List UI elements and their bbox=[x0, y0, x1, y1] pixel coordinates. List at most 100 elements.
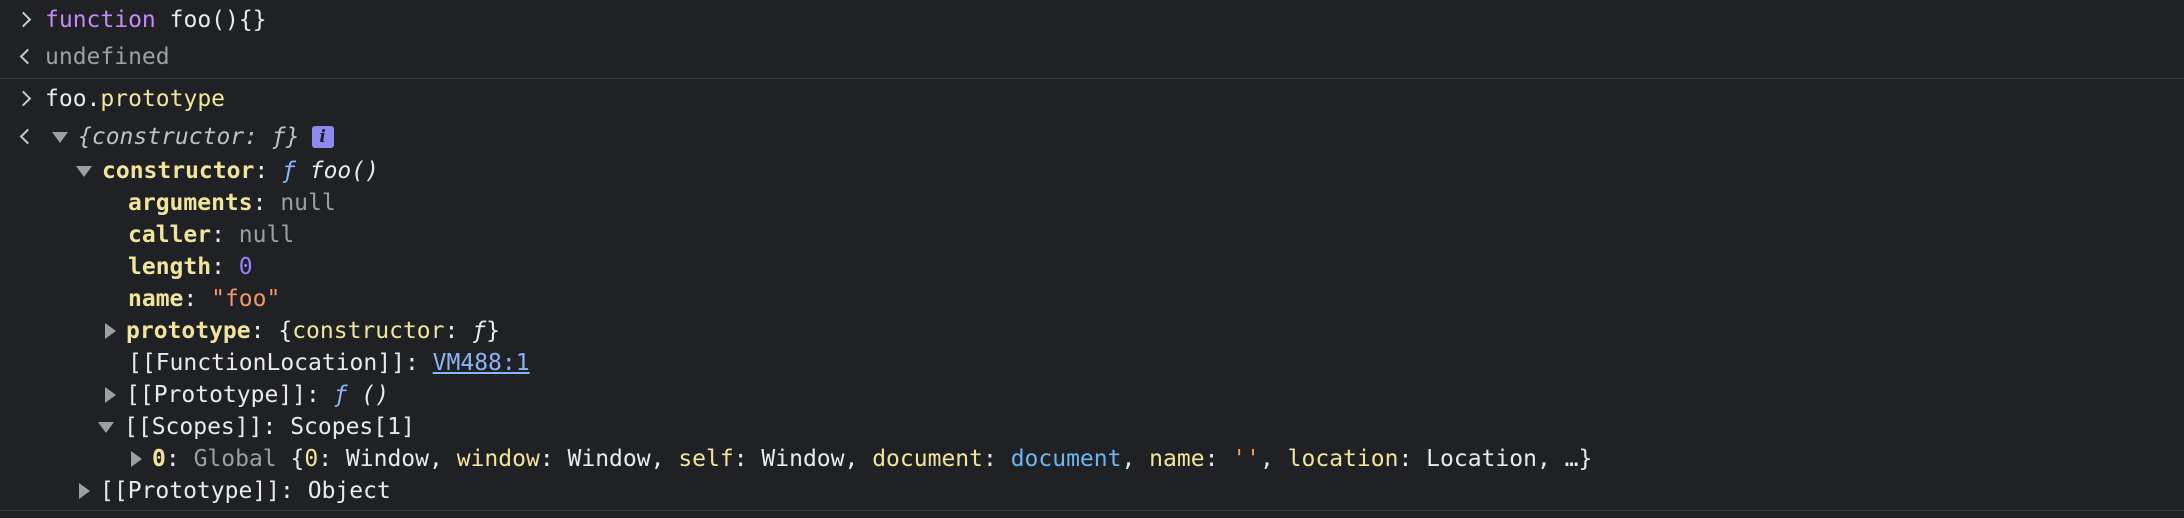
preview-key: document bbox=[872, 446, 983, 472]
internal-key: [[FunctionLocation]] bbox=[128, 350, 405, 376]
colon: : bbox=[165, 446, 194, 472]
tree-row-prototype[interactable]: prototype: {constructor: ƒ} bbox=[0, 315, 2184, 347]
preview-sep: : bbox=[733, 446, 762, 472]
summary-f: ƒ bbox=[271, 124, 286, 150]
property-key: prototype bbox=[126, 318, 251, 344]
preview-key: name bbox=[1149, 446, 1205, 472]
code-object: foo bbox=[45, 86, 87, 112]
preview-key: constructor bbox=[292, 318, 445, 344]
tree-row-scopes[interactable]: [[Scopes]]: Scopes[1] bbox=[0, 411, 2184, 443]
object-summary: {constructor: ƒ} bbox=[78, 121, 300, 153]
collapse-triangle-icon[interactable] bbox=[105, 323, 116, 339]
colon: : bbox=[280, 478, 308, 504]
tree-row-outer-prototype[interactable]: [[Prototype]]: Object bbox=[0, 475, 2184, 507]
property-value: Scopes[1] bbox=[290, 414, 415, 440]
input-prompt-icon bbox=[15, 4, 34, 36]
colon: : bbox=[404, 350, 433, 376]
row-content: caller: null bbox=[128, 219, 294, 251]
input-code: foo. prototype bbox=[45, 83, 225, 115]
property-key: arguments bbox=[128, 190, 253, 216]
message-divider bbox=[0, 78, 2184, 79]
function-f: ƒ bbox=[472, 318, 487, 344]
colon: : bbox=[262, 414, 291, 440]
colon: : bbox=[252, 190, 281, 216]
expand-triangle-icon[interactable] bbox=[52, 131, 68, 143]
tree-row-name[interactable]: name: "foo" bbox=[0, 283, 2184, 315]
scope-label: Global bbox=[193, 446, 277, 472]
scope-index: 0 bbox=[152, 446, 166, 472]
preview-tail: , …} bbox=[1536, 446, 1593, 472]
colon: : bbox=[254, 158, 283, 184]
preview-key: 0 bbox=[304, 446, 319, 472]
keyword-function: function bbox=[45, 7, 156, 33]
collapse-triangle-icon[interactable] bbox=[131, 451, 142, 467]
console-input-row[interactable]: foo. prototype bbox=[0, 83, 2184, 115]
object-summary-row[interactable]: {constructor: ƒ} i bbox=[0, 121, 2184, 153]
internal-key: [[Prototype]] bbox=[126, 382, 307, 408]
input-prompt-icon bbox=[15, 83, 34, 115]
row-content: length: 0 bbox=[128, 251, 253, 283]
expand-triangle-icon[interactable] bbox=[98, 421, 114, 433]
tree-row-length[interactable]: length: 0 bbox=[0, 251, 2184, 283]
colon: : bbox=[444, 318, 473, 344]
property-value: () bbox=[347, 382, 390, 408]
code-dot: . bbox=[86, 86, 101, 112]
expand-triangle-icon[interactable] bbox=[76, 165, 92, 177]
preview-comma: , bbox=[429, 446, 457, 472]
property-key: name bbox=[128, 286, 184, 312]
property-key: length bbox=[128, 254, 212, 280]
row-content: [[Prototype]]: Object bbox=[76, 475, 391, 507]
console-output-row: undefined bbox=[0, 41, 2184, 73]
function-f: ƒ bbox=[282, 158, 296, 184]
preview-key: location bbox=[1287, 446, 1399, 472]
property-value: null bbox=[280, 190, 336, 216]
tree-row-scope-global[interactable]: 0: Global {0: Window, window: Window, se… bbox=[0, 443, 2184, 475]
collapse-triangle-icon[interactable] bbox=[79, 483, 90, 499]
summary-close: } bbox=[285, 124, 300, 150]
row-content: name: "foo" bbox=[128, 283, 280, 315]
devtools-console: function foo(){} undefined foo. prototype… bbox=[0, 0, 2184, 518]
row-content: [[Scopes]]: Scopes[1] bbox=[98, 411, 415, 443]
message-divider bbox=[0, 510, 2184, 511]
preview-value: document bbox=[1010, 446, 1122, 472]
internal-key: [[Prototype]] bbox=[100, 478, 281, 504]
colon: : bbox=[183, 286, 212, 312]
row-content: arguments: null bbox=[128, 187, 336, 219]
summary-content: {constructor: ƒ} i bbox=[52, 121, 334, 153]
brace-open: { bbox=[278, 318, 293, 344]
collapse-triangle-icon[interactable] bbox=[105, 387, 116, 403]
colon: : bbox=[211, 222, 239, 248]
property-value: null bbox=[238, 222, 295, 248]
tree-row-caller[interactable]: caller: null bbox=[0, 219, 2184, 251]
function-f: ƒ bbox=[333, 382, 348, 408]
code-property: prototype bbox=[100, 86, 226, 112]
tree-row-constructor[interactable]: constructor: ƒ foo() bbox=[0, 155, 2184, 187]
tree-row-inner-prototype[interactable]: [[Prototype]]: ƒ () bbox=[0, 379, 2184, 411]
brace-close: } bbox=[486, 318, 500, 344]
preview-value: Location bbox=[1426, 446, 1537, 472]
preview-sep: : bbox=[1204, 446, 1233, 472]
internal-key: [[Scopes]] bbox=[124, 414, 263, 440]
preview-comma: , bbox=[1121, 446, 1150, 472]
preview-value: '' bbox=[1232, 446, 1260, 472]
preview-sep: : bbox=[539, 446, 568, 472]
preview-value: Window bbox=[567, 446, 651, 472]
preview-comma: , bbox=[844, 446, 873, 472]
input-code: function foo(){} bbox=[45, 4, 267, 36]
property-value: 0 bbox=[238, 254, 253, 280]
preview-key: self bbox=[678, 446, 734, 472]
property-key: caller bbox=[128, 222, 212, 248]
console-input-row[interactable]: function foo(){} bbox=[0, 4, 2184, 36]
row-content: constructor: ƒ foo() bbox=[76, 155, 379, 187]
tree-row-arguments[interactable]: arguments: null bbox=[0, 187, 2184, 219]
colon: : bbox=[306, 382, 334, 408]
preview-comma: , bbox=[650, 446, 679, 472]
info-icon[interactable]: i bbox=[311, 126, 334, 148]
colon: : bbox=[250, 318, 279, 344]
preview-sep: : bbox=[318, 446, 346, 472]
tree-row-function-location[interactable]: [[FunctionLocation]]: VM488:1 bbox=[0, 347, 2184, 379]
source-location-link[interactable]: VM488:1 bbox=[433, 347, 530, 379]
output-return-icon bbox=[16, 41, 36, 73]
preview-key: window bbox=[456, 446, 540, 472]
preview-value: Window bbox=[761, 446, 845, 472]
